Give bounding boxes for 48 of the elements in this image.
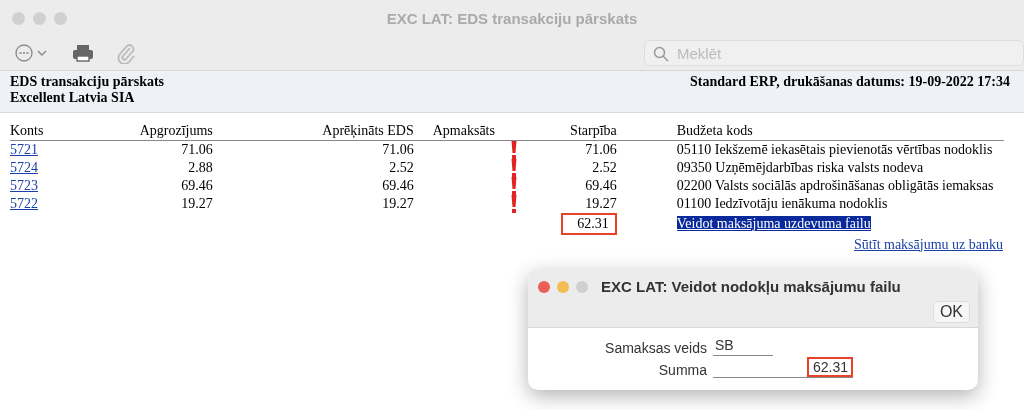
column-header: Starpība bbox=[532, 122, 617, 141]
account-link[interactable]: 5722 bbox=[10, 196, 38, 212]
minimize-button[interactable] bbox=[33, 11, 46, 25]
table-cell: 01100 Iedzīvotāju ienākuma nodoklis bbox=[616, 195, 1004, 213]
create-file-link[interactable]: Veidot maksājuma uzdevuma failu bbox=[676, 216, 871, 231]
table-cell: 71.06 bbox=[212, 140, 414, 159]
table-cell: 2.52 bbox=[212, 159, 414, 177]
table-cell: 19.27 bbox=[212, 195, 414, 213]
column-header: Aprēķināts EDS bbox=[212, 122, 414, 141]
report-title: EDS transakciju pārskats bbox=[10, 74, 165, 90]
table-cell: 05110 Iekšzemē iekasētais pievienotās vērtības nodoklis bbox=[616, 140, 1004, 159]
table-cell-text: 2.88 bbox=[187, 159, 213, 177]
table-cell-text: 19.27 bbox=[180, 195, 213, 213]
minimize-button[interactable] bbox=[557, 280, 569, 293]
close-button[interactable] bbox=[538, 280, 550, 293]
ok-button[interactable]: OK bbox=[932, 301, 970, 323]
table-cell: 19.27 bbox=[532, 195, 617, 213]
table-cell: 02200 Valsts sociālās apdrošināšanas obligātās iemaksas bbox=[616, 177, 1004, 195]
column-header: Konts bbox=[10, 122, 69, 141]
account-link[interactable]: 5721 bbox=[10, 142, 38, 158]
table-cell: 71.06 bbox=[532, 140, 617, 159]
account-link[interactable]: 5724 bbox=[10, 160, 38, 176]
table-cell-text: 69.46 bbox=[180, 177, 213, 195]
paperclip-icon[interactable] bbox=[116, 42, 136, 64]
company-name: Excellent Latvia SIA bbox=[10, 90, 136, 106]
window-title: EXC LAT: EDS transakciju pārskats bbox=[385, 9, 639, 27]
total-value: 62.31 bbox=[561, 213, 617, 235]
zoom-button[interactable] bbox=[576, 280, 588, 293]
table-cell-text: 09350 Uzņēmējdarbības riska valsts nodeva bbox=[675, 159, 925, 177]
field-label: Samaksas veids bbox=[604, 340, 707, 356]
printer-icon[interactable] bbox=[72, 43, 94, 63]
column-header: Apmaksāts bbox=[413, 122, 533, 141]
input-field[interactable]: 62.31 bbox=[713, 357, 853, 378]
column-header: Apgrozījums bbox=[68, 122, 213, 141]
field-label: Summa bbox=[657, 362, 707, 378]
table-cell: 69.46 bbox=[212, 177, 414, 195]
search-icon bbox=[653, 46, 669, 62]
print-info: Standard ERP, drukāšanas datums: 19-09-2022 17:34 bbox=[690, 74, 1010, 91]
column-header: Budžeta kods bbox=[616, 122, 1004, 141]
account-link[interactable]: 5723 bbox=[10, 178, 38, 194]
table-cell-text: 2.52 bbox=[591, 159, 617, 177]
input-field[interactable]: SB bbox=[713, 335, 773, 356]
send-bank-link[interactable]: Sūtīt maksājumu uz banku bbox=[854, 236, 1003, 252]
dialog-title: EXC LAT: Veidot nodokļu maksājumu failu bbox=[601, 278, 901, 295]
table-cell-text: 69.46 bbox=[584, 177, 617, 195]
table-cell: 71.06 bbox=[68, 140, 213, 159]
close-button[interactable] bbox=[12, 11, 25, 25]
zoom-button[interactable] bbox=[54, 11, 67, 25]
